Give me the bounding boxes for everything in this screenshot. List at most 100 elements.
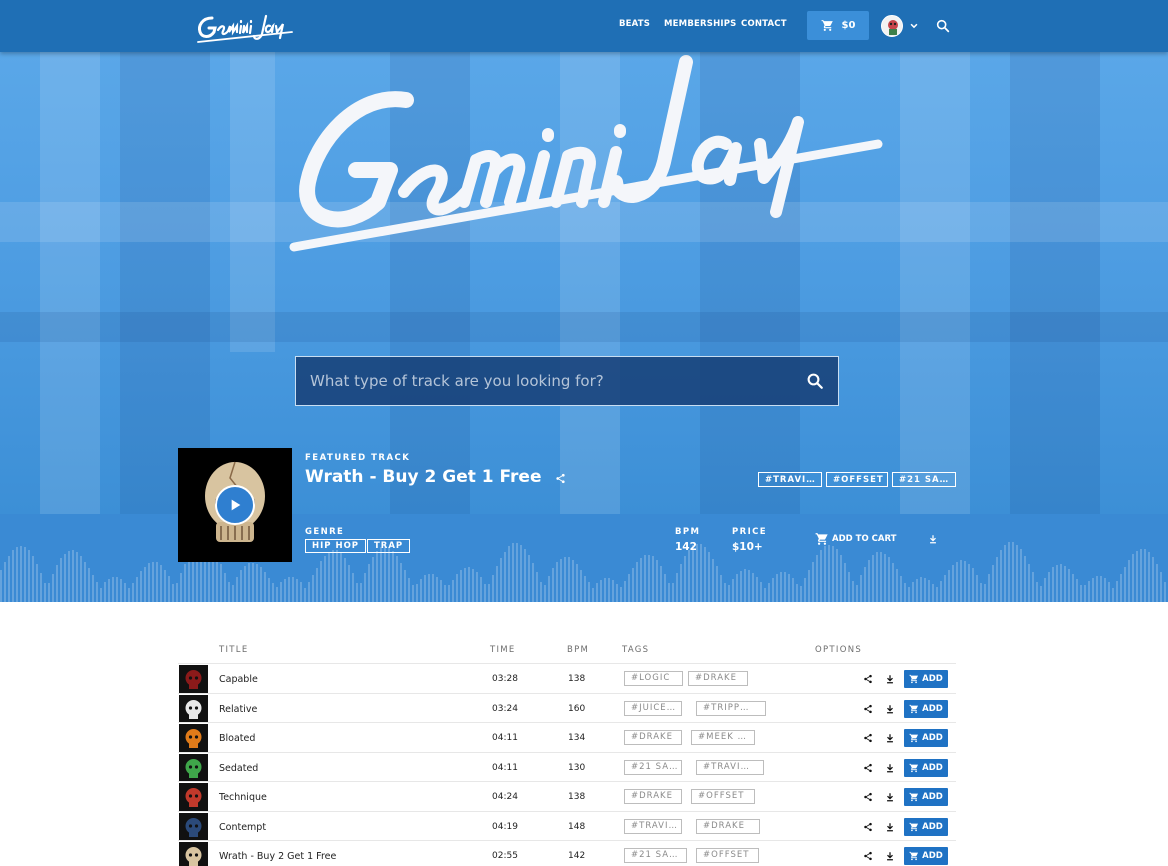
- add-to-cart-button[interactable]: ADD: [904, 847, 948, 865]
- download-icon[interactable]: [885, 792, 895, 802]
- waveform-bar: [1028, 563, 1030, 602]
- download-icon[interactable]: [885, 822, 895, 832]
- add-to-cart-button[interactable]: ADD: [904, 699, 948, 718]
- waveform-bar: [888, 557, 890, 602]
- table-row[interactable]: Sedated 04:11 130 #21 SA… #TRAVI… ADD: [178, 751, 956, 782]
- add-to-cart-button[interactable]: ADD: [904, 817, 948, 836]
- waveform-bar: [456, 574, 458, 602]
- track-title[interactable]: Contempt: [219, 822, 266, 833]
- price-value: $10+: [732, 541, 763, 553]
- track-tag[interactable]: #21 SA…: [624, 759, 682, 775]
- chevron-down-icon[interactable]: [907, 19, 921, 33]
- table-row[interactable]: Contempt 04:19 148 #TRAVI… #DRAKE ADD: [178, 810, 956, 841]
- track-tag[interactable]: #DRAKE: [696, 818, 760, 834]
- track-thumbnail[interactable]: [179, 812, 208, 841]
- price-label: PRICE: [732, 527, 767, 537]
- track-tag[interactable]: #OFFSET: [691, 789, 755, 804]
- play-button[interactable]: [215, 485, 255, 525]
- download-icon[interactable]: [885, 674, 895, 684]
- track-tag[interactable]: #TRAVI…: [624, 818, 682, 834]
- track-tag[interactable]: #DRAKE: [624, 789, 682, 804]
- waveform-bar: [612, 580, 614, 602]
- waveform-bar: [640, 557, 642, 602]
- waveform-bar: [588, 582, 590, 602]
- track-tag[interactable]: #DRAKE: [624, 730, 682, 745]
- nav-link-contact[interactable]: CONTACT: [741, 19, 787, 29]
- track-tag[interactable]: #TRAVI…: [696, 759, 764, 775]
- share-icon[interactable]: [863, 763, 873, 773]
- share-icon[interactable]: [863, 792, 873, 802]
- user-avatar[interactable]: [881, 15, 903, 37]
- add-to-cart-button[interactable]: ADD TO CART: [815, 532, 896, 546]
- track-title[interactable]: Bloated: [219, 733, 255, 744]
- track-title[interactable]: Wrath - Buy 2 Get 1 Free: [219, 851, 336, 862]
- gemini-jay-logo[interactable]: [196, 10, 300, 44]
- waveform-bar: [472, 568, 474, 602]
- track-thumbnail[interactable]: [179, 724, 208, 752]
- table-row[interactable]: Relative 03:24 160 #JUICE… #TRIPP… ADD: [178, 692, 956, 723]
- waveform-bar: [484, 584, 486, 602]
- table-row[interactable]: Wrath - Buy 2 Get 1 Free 02:55 142 #21 SA… #…: [178, 840, 956, 866]
- genre-tag-hip-hop[interactable]: HIP HOP: [305, 539, 367, 553]
- column-header-options: OPTIONS: [815, 645, 863, 655]
- table-row[interactable]: Capable 03:28 138 #LOGIC #DRAKE ADD: [178, 663, 956, 693]
- track-search-input[interactable]: [296, 357, 776, 405]
- track-tag[interactable]: #MEEK …: [691, 730, 755, 745]
- nav-link-memberships[interactable]: MEMBERSHIPS: [664, 19, 737, 29]
- waveform-bar: [748, 570, 750, 602]
- waveform-bar: [868, 559, 870, 602]
- featured-tag[interactable]: #TRAVI…: [758, 472, 822, 487]
- add-to-cart-button[interactable]: ADD: [904, 670, 948, 688]
- waveform-bar: [552, 568, 554, 602]
- track-tag[interactable]: #OFFSET: [696, 848, 759, 863]
- download-icon[interactable]: [885, 704, 895, 714]
- share-icon[interactable]: [863, 851, 873, 861]
- waveform-bar: [68, 550, 70, 602]
- track-thumbnail[interactable]: [179, 753, 208, 782]
- add-to-cart-button[interactable]: ADD: [904, 729, 948, 747]
- download-icon[interactable]: [885, 763, 895, 773]
- cart-icon: [909, 704, 919, 713]
- track-tag[interactable]: #21 SA…: [624, 848, 687, 863]
- featured-tag[interactable]: #21 SA…: [892, 472, 956, 487]
- cart-button[interactable]: $0: [807, 11, 869, 40]
- cart-icon: [815, 533, 828, 545]
- track-title[interactable]: Relative: [219, 704, 257, 715]
- play-icon: [231, 499, 241, 511]
- share-icon[interactable]: [863, 822, 873, 832]
- table-row[interactable]: Bloated 04:11 134 #DRAKE #MEEK … ADD: [178, 722, 956, 752]
- featured-tag[interactable]: #OFFSET: [826, 472, 888, 487]
- search-icon[interactable]: [935, 18, 951, 34]
- search-icon[interactable]: [806, 372, 824, 390]
- genre-tag-trap[interactable]: TRAP: [367, 539, 411, 553]
- track-tag[interactable]: #LOGIC: [624, 671, 683, 686]
- track-tag[interactable]: #TRIPP…: [696, 700, 766, 716]
- table-row[interactable]: Technique 04:24 138 #DRAKE #OFFSET ADD: [178, 781, 956, 811]
- track-tag[interactable]: #JUICE…: [624, 700, 682, 716]
- track-title[interactable]: Sedated: [219, 763, 258, 774]
- share-icon[interactable]: [863, 704, 873, 714]
- download-icon[interactable]: [885, 733, 895, 743]
- track-thumbnail[interactable]: [179, 783, 208, 811]
- share-icon[interactable]: [863, 733, 873, 743]
- track-thumbnail[interactable]: [179, 694, 208, 723]
- add-to-cart-button[interactable]: ADD: [904, 758, 948, 777]
- track-tag[interactable]: #DRAKE: [688, 671, 748, 686]
- download-icon[interactable]: [885, 851, 895, 861]
- share-icon[interactable]: [863, 674, 873, 684]
- featured-cover-art[interactable]: [178, 448, 292, 562]
- waveform-bar: [60, 558, 62, 602]
- waveform-bar: [1052, 567, 1054, 602]
- nav-link-beats[interactable]: BEATS: [619, 19, 650, 29]
- waveform-bar: [556, 562, 558, 602]
- download-icon[interactable]: [928, 534, 938, 544]
- track-thumbnail[interactable]: [179, 842, 208, 866]
- track-title[interactable]: Capable: [219, 674, 258, 685]
- add-to-cart-button[interactable]: ADD: [904, 788, 948, 806]
- track-title[interactable]: Technique: [219, 792, 267, 803]
- waveform-bar: [368, 564, 370, 602]
- track-thumbnail[interactable]: [179, 665, 208, 693]
- share-icon[interactable]: [555, 473, 566, 484]
- waveform-bar: [1084, 585, 1086, 602]
- featured-title[interactable]: Wrath - Buy 2 Get 1 Free: [305, 467, 541, 487]
